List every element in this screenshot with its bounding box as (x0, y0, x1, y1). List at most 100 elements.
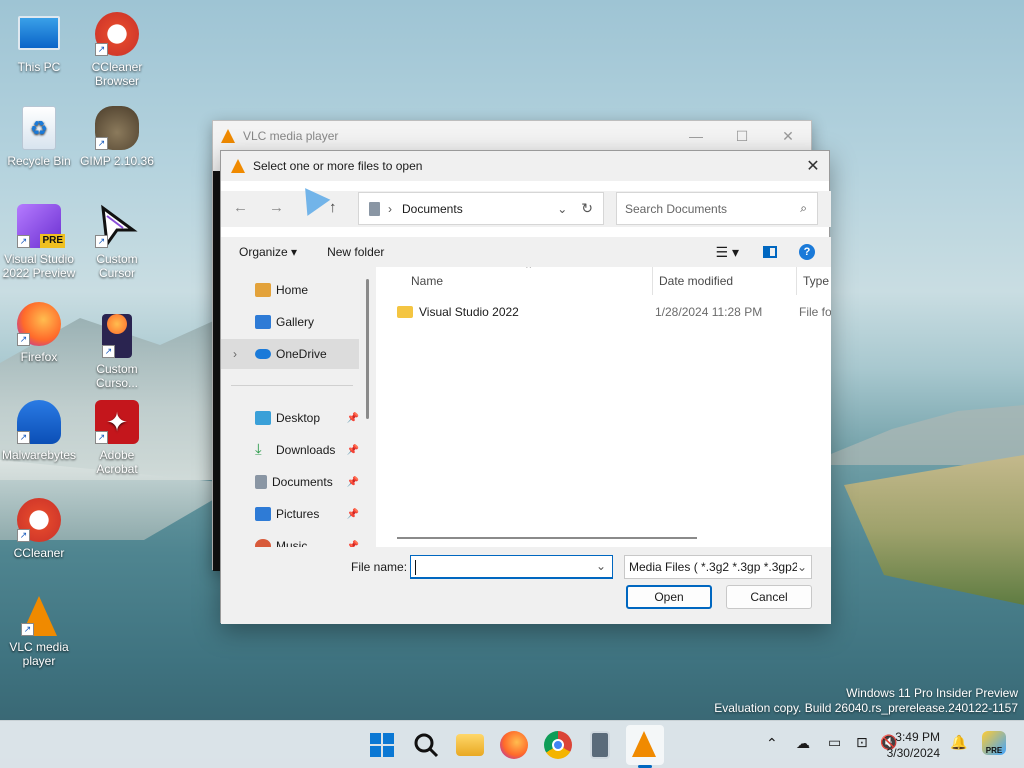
wallpaper-hills (804, 405, 1024, 465)
organize-button[interactable]: Organize ▾ (239, 245, 297, 259)
forward-arrow-icon[interactable]: → (269, 199, 284, 216)
desktop-icon-label: CCleaner (13, 546, 65, 560)
maximize-icon[interactable]: ☐ (719, 128, 765, 145)
cancel-button[interactable]: Cancel (726, 585, 812, 609)
nav-item-onedrive[interactable]: › OneDrive (221, 339, 359, 369)
cloud-offline-icon[interactable]: ☁ (796, 735, 810, 752)
nav-label: Gallery (276, 315, 315, 329)
pin-icon[interactable]: 📌 (347, 445, 359, 456)
vlc-titlebar: VLC media player — ☐ ✕ (213, 121, 811, 151)
file-explorer-icon[interactable] (456, 734, 484, 756)
open-button[interactable]: Open (626, 585, 712, 609)
desktop-icon-adobe-acrobat[interactable]: ✦ ↗ Adobe Acrobat (78, 400, 156, 476)
horizontal-scrollbar[interactable] (397, 537, 697, 539)
new-folder-button[interactable]: New folder (327, 245, 384, 259)
chevron-down-icon[interactable]: ⌄ (596, 559, 606, 573)
help-icon[interactable]: ? (799, 244, 815, 260)
file-type-select[interactable]: Media Files ( *.3g2 *.3gp *.3gp2 ⌄ (624, 555, 812, 579)
command-bar: Organize ▾ New folder ☰ ▾ ? (221, 237, 831, 267)
desktop-icon-custom-cursor[interactable]: ↗ Custom Cursor (78, 204, 156, 280)
nav-item-documents[interactable]: Documents 📌 (221, 467, 359, 497)
close-icon[interactable]: ✕ (797, 156, 829, 176)
table-row[interactable]: Visual Studio 2022 1/28/2024 11:28 PM Fi… (397, 301, 831, 323)
music-icon (255, 539, 271, 547)
vlc-icon[interactable] (632, 731, 656, 757)
desktop-icon-visual-studio[interactable]: PRE ↗ Visual Studio 2022 Preview (0, 204, 78, 280)
desktop-icon-this-pc[interactable]: This PC (0, 12, 78, 74)
file-name-field[interactable]: ⌄ (410, 555, 613, 579)
chevron-down-icon[interactable]: ⌄ (557, 202, 567, 216)
minimize-icon[interactable]: — (673, 128, 719, 145)
nav-item-desktop[interactable]: Desktop 📌 (221, 403, 359, 433)
copilot-pre-icon[interactable]: PRE (982, 731, 1006, 755)
back-arrow-icon[interactable]: ← (233, 199, 248, 216)
cancel-label: Cancel (750, 590, 788, 604)
monitor-icon (18, 16, 60, 50)
documents-icon (369, 201, 380, 216)
search-icon[interactable] (412, 731, 440, 759)
column-header-type[interactable]: Type (803, 267, 831, 295)
desktop-icon-malwarebytes[interactable]: ↗ Malwarebytes (0, 400, 78, 462)
desktop-icon-ccleaner[interactable]: ↗ CCleaner (0, 498, 78, 560)
desktop-icon-label: Recycle Bin (7, 154, 71, 168)
desktop-icon-ccleaner-browser[interactable]: ↗ CCleaner Browser (78, 12, 156, 88)
firefox-icon[interactable] (500, 731, 528, 759)
refresh-icon[interactable]: ↻ (581, 200, 593, 217)
nav-item-gallery[interactable]: Gallery (221, 307, 359, 337)
pin-icon[interactable]: 📌 (347, 477, 359, 488)
nav-label: Home (276, 283, 309, 297)
file-name: Visual Studio 2022 (419, 305, 519, 319)
pin-icon[interactable]: 📌 (347, 413, 359, 424)
desktop-icon-recycle-bin[interactable]: ♻ Recycle Bin (0, 106, 78, 168)
cursor-arrow-icon: ↗ (95, 204, 139, 249)
display-icon[interactable]: ▭ (828, 734, 841, 751)
view-options-icon[interactable]: ☰ ▾ (716, 244, 739, 261)
malwarebytes-icon: ↗ (17, 400, 61, 444)
nav-label: Desktop (276, 411, 321, 425)
navigation-scrollbar[interactable] (366, 279, 369, 419)
notification-bell-icon[interactable]: 🔔 (950, 734, 967, 751)
column-header-date[interactable]: Date modified (659, 267, 799, 295)
watermark-line: Windows 11 Pro Insider Preview (846, 686, 1018, 700)
recycle-bin-icon: ♻ (22, 106, 56, 150)
navigation-pane: Home Gallery › OneDrive Desktop 📌 ⤓ Downloa… (221, 267, 376, 547)
gallery-icon (255, 315, 271, 329)
start-icon[interactable] (368, 731, 396, 759)
evaluation-watermark: Windows 11 Pro Insider Preview Evaluatio… (714, 686, 1018, 716)
open-file-dialog[interactable]: Select one or more files to open ✕ ← → ↑… (220, 150, 831, 624)
desktop-icon-firefox[interactable]: ↗ Firefox (0, 302, 78, 364)
column-divider (652, 267, 653, 295)
desktop-icon-custom-cursor-firefox[interactable]: ↗ Custom Curso... (78, 302, 156, 390)
acrobat-icon: ✦ ↗ (95, 400, 139, 444)
nav-item-pictures[interactable]: Pictures 📌 (221, 499, 359, 529)
documents-icon (255, 475, 267, 489)
chevron-up-icon[interactable]: ⌃ (766, 735, 778, 752)
up-arrow-icon[interactable]: ↑ (329, 199, 337, 216)
visual-studio-icon: PRE ↗ (17, 204, 65, 248)
desktop-icon-vlc[interactable]: ↗ VLC media player (0, 596, 78, 668)
chrome-icon[interactable] (544, 731, 572, 759)
pin-icon[interactable]: 📌 (347, 509, 359, 520)
vlc-cone-icon (231, 159, 245, 173)
ccleaner-icon: ↗ (17, 498, 61, 542)
calculator-icon[interactable] (590, 731, 610, 759)
file-type-value: Media Files ( *.3g2 *.3gp *.3gp2 (629, 560, 799, 574)
search-icon[interactable]: ⌕ (800, 201, 807, 216)
desktop-icon-gimp[interactable]: ↗ GIMP 2.10.36 (78, 106, 156, 168)
nav-item-home[interactable]: Home (221, 275, 359, 305)
preview-pane-icon[interactable] (763, 246, 777, 258)
chevron-down-icon[interactable]: ⌄ (796, 560, 807, 574)
cloud-icon (255, 349, 271, 359)
download-arrow-icon: ⤓ (255, 441, 262, 458)
address-bar[interactable]: › Documents ⌄ ↻ (358, 192, 604, 225)
clock[interactable]: 3:49 PM 3/30/2024 (880, 729, 940, 761)
nav-item-downloads[interactable]: ⤓ Downloads 📌 (221, 435, 359, 465)
desktop-icon-label: Custom Cursor (96, 252, 138, 280)
column-header-name[interactable]: Name (411, 267, 651, 295)
nav-item-music[interactable]: Music 📌 (221, 531, 359, 547)
search-box[interactable]: Search Documents ⌕ (616, 192, 818, 225)
close-icon[interactable]: ✕ (765, 128, 811, 145)
network-icon[interactable]: ⊡ (856, 734, 868, 751)
breadcrumb[interactable]: Documents (402, 202, 463, 216)
search-input[interactable]: Search Documents (625, 202, 727, 216)
